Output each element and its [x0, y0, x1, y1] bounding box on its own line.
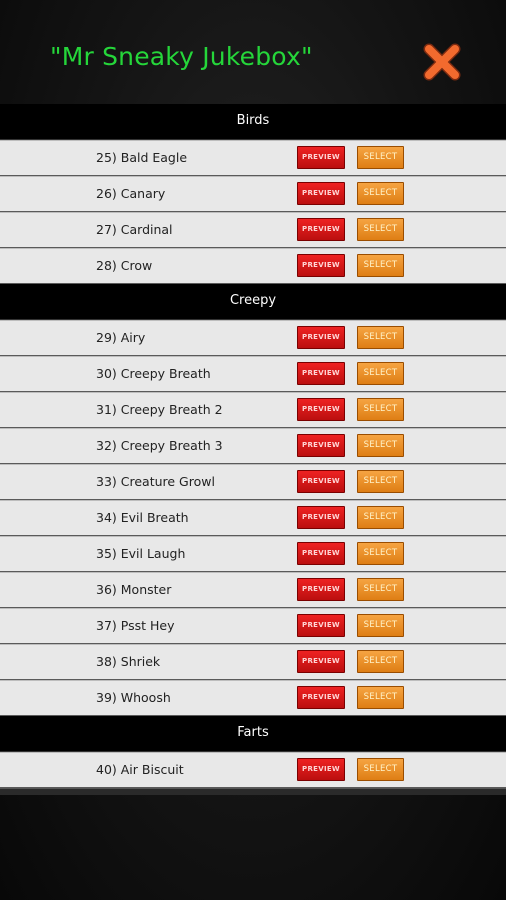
sound-row: 34) Evil Breath PREVIEW SELECT [0, 500, 506, 536]
sound-name: 29) Airy [96, 330, 146, 345]
sound-row: 26) Canary PREVIEW SELECT [0, 176, 506, 212]
select-button[interactable]: SELECT [357, 506, 404, 529]
sound-row: 32) Creepy Breath 3 PREVIEW SELECT [0, 428, 506, 464]
sound-row: 27) Cardinal PREVIEW SELECT [0, 212, 506, 248]
sound-list: Birds 25) Bald Eagle PREVIEW SELECT 26) Cana… [0, 104, 506, 795]
select-button[interactable]: SELECT [357, 146, 404, 169]
select-button[interactable]: SELECT [357, 686, 404, 709]
sound-name: 34) Evil Breath [96, 510, 189, 525]
sound-name: 32) Creepy Breath 3 [96, 438, 223, 453]
sound-name: 28) Crow [96, 258, 153, 273]
select-button[interactable]: SELECT [357, 398, 404, 421]
select-button[interactable]: SELECT [357, 758, 404, 781]
preview-button[interactable]: PREVIEW [297, 614, 345, 637]
select-button[interactable]: SELECT [357, 182, 404, 205]
select-button[interactable]: SELECT [357, 362, 404, 385]
preview-button[interactable]: PREVIEW [297, 650, 345, 673]
preview-button[interactable]: PREVIEW [297, 326, 345, 349]
sound-name: 36) Monster [96, 582, 172, 597]
preview-button[interactable]: PREVIEW [297, 434, 345, 457]
select-button[interactable]: SELECT [357, 326, 404, 349]
select-button[interactable]: SELECT [357, 542, 404, 565]
sound-row: 33) Creature Growl PREVIEW SELECT [0, 464, 506, 500]
close-x-icon [423, 43, 461, 81]
preview-button[interactable]: PREVIEW [297, 398, 345, 421]
sound-row: 31) Creepy Breath 2 PREVIEW SELECT [0, 392, 506, 428]
select-button[interactable]: SELECT [357, 614, 404, 637]
preview-button[interactable]: PREVIEW [297, 542, 345, 565]
preview-button[interactable]: PREVIEW [297, 254, 345, 277]
sound-name: 27) Cardinal [96, 222, 173, 237]
preview-button[interactable]: PREVIEW [297, 578, 345, 601]
sound-row: 35) Evil Laugh PREVIEW SELECT [0, 536, 506, 572]
select-button[interactable]: SELECT [357, 254, 404, 277]
preview-button[interactable]: PREVIEW [297, 146, 345, 169]
section-header: Farts [0, 716, 506, 752]
close-button[interactable] [418, 38, 466, 86]
sound-row: 38) Shriek PREVIEW SELECT [0, 644, 506, 680]
sound-row: 39) Whoosh PREVIEW SELECT [0, 680, 506, 716]
sound-name: 26) Canary [96, 186, 166, 201]
sound-row: 40) Air Biscuit PREVIEW SELECT [0, 752, 506, 788]
preview-button[interactable]: PREVIEW [297, 758, 345, 781]
app-title: "Mr Sneaky Jukebox" [50, 42, 313, 71]
sound-name: 35) Evil Laugh [96, 546, 186, 561]
select-button[interactable]: SELECT [357, 578, 404, 601]
sound-name: 38) Shriek [96, 654, 161, 669]
sound-row: 28) Crow PREVIEW SELECT [0, 248, 506, 284]
sound-row: 36) Monster PREVIEW SELECT [0, 572, 506, 608]
header: "Mr Sneaky Jukebox" [0, 0, 506, 104]
select-button[interactable]: SELECT [357, 218, 404, 241]
select-button[interactable]: SELECT [357, 650, 404, 673]
section-header: Creepy [0, 284, 506, 320]
preview-button[interactable]: PREVIEW [297, 218, 345, 241]
preview-button[interactable]: PREVIEW [297, 362, 345, 385]
sound-row: 30) Creepy Breath PREVIEW SELECT [0, 356, 506, 392]
sound-row: 29) Airy PREVIEW SELECT [0, 320, 506, 356]
sound-name: 30) Creepy Breath [96, 366, 211, 381]
select-button[interactable]: SELECT [357, 470, 404, 493]
preview-button[interactable]: PREVIEW [297, 470, 345, 493]
select-button[interactable]: SELECT [357, 434, 404, 457]
sound-name: 33) Creature Growl [96, 474, 215, 489]
sound-name: 37) Psst Hey [96, 618, 175, 633]
list-bottom-divider [0, 788, 506, 795]
preview-button[interactable]: PREVIEW [297, 506, 345, 529]
preview-button[interactable]: PREVIEW [297, 686, 345, 709]
preview-button[interactable]: PREVIEW [297, 182, 345, 205]
sound-name: 39) Whoosh [96, 690, 171, 705]
sound-name: 25) Bald Eagle [96, 150, 188, 165]
sound-name: 40) Air Biscuit [96, 762, 184, 777]
section-header: Birds [0, 104, 506, 140]
sound-row: 25) Bald Eagle PREVIEW SELECT [0, 140, 506, 176]
sound-row: 37) Psst Hey PREVIEW SELECT [0, 608, 506, 644]
sound-name: 31) Creepy Breath 2 [96, 402, 223, 417]
